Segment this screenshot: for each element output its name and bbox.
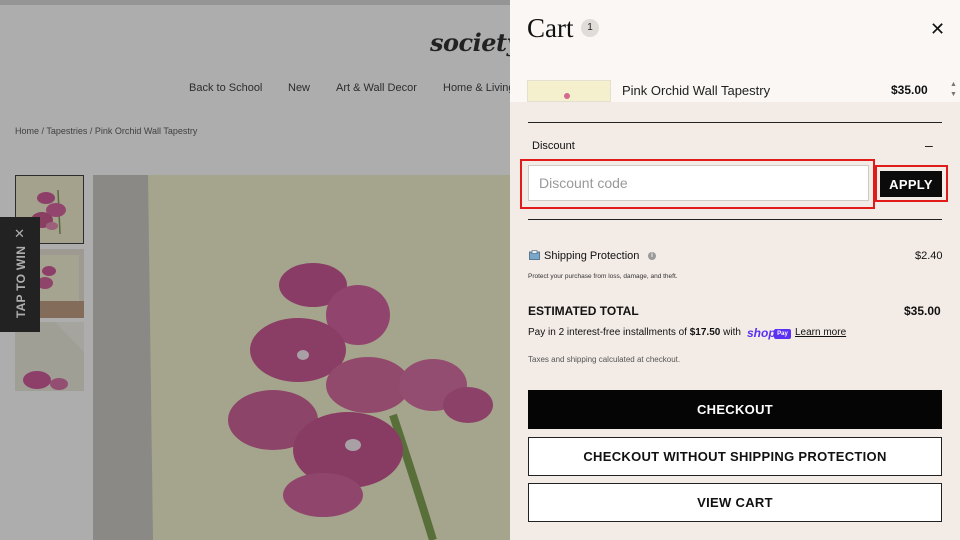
shipping-protection-label: Shipping Protection (544, 250, 640, 262)
cart-count-badge: 1 (581, 19, 599, 37)
drawer-backdrop[interactable] (0, 0, 510, 540)
divider (528, 219, 942, 220)
estimated-total-price: $35.00 (904, 304, 941, 318)
info-icon[interactable]: i (648, 252, 656, 260)
cart-drawer: Cart 1 ✕ Pink Orchid Wall Tapestry $35.0… (510, 0, 960, 540)
highlight-box-apply (875, 165, 948, 202)
checkout-without-protection-button[interactable]: CHECKOUT WITHOUT SHIPPING PROTECTION (528, 437, 942, 476)
shipping-protection-description: Protect your purchase from loss, damage,… (528, 273, 678, 280)
learn-more-link[interactable]: Learn more (795, 327, 846, 338)
checkout-button[interactable]: CHECKOUT (528, 390, 942, 429)
discount-label[interactable]: Discount (532, 140, 575, 152)
cart-item-price: $35.00 (891, 83, 928, 97)
installments-amount: $17.50 (689, 327, 721, 338)
divider (528, 122, 942, 123)
estimated-total-label: ESTIMATED TOTAL (528, 304, 639, 318)
shop-pay-logo: shop (747, 326, 776, 340)
collapse-icon[interactable]: – (925, 137, 933, 153)
shop-pay-badge: Pay (774, 329, 791, 339)
shipping-protection-icon (529, 250, 540, 260)
close-icon[interactable]: ✕ (930, 19, 945, 39)
installments-text: Pay in 2 interest-free installments of $… (528, 327, 741, 338)
shipping-protection-price: $2.40 (915, 250, 943, 262)
cart-header: Cart 1 ✕ Pink Orchid Wall Tapestry $35.0… (510, 0, 960, 102)
cart-title: Cart (527, 13, 574, 43)
cart-item-name[interactable]: Pink Orchid Wall Tapestry (622, 83, 770, 98)
cart-item-image[interactable] (527, 80, 611, 102)
highlight-box-input (520, 159, 875, 209)
taxes-note: Taxes and shipping calculated at checkou… (528, 355, 681, 364)
view-cart-button[interactable]: VIEW CART (528, 483, 942, 522)
installments-suffix: with (720, 327, 741, 338)
scroll-arrows[interactable]: ▲ ▼ (950, 80, 957, 100)
installments-prefix: Pay in 2 interest-free installments of (528, 327, 690, 338)
